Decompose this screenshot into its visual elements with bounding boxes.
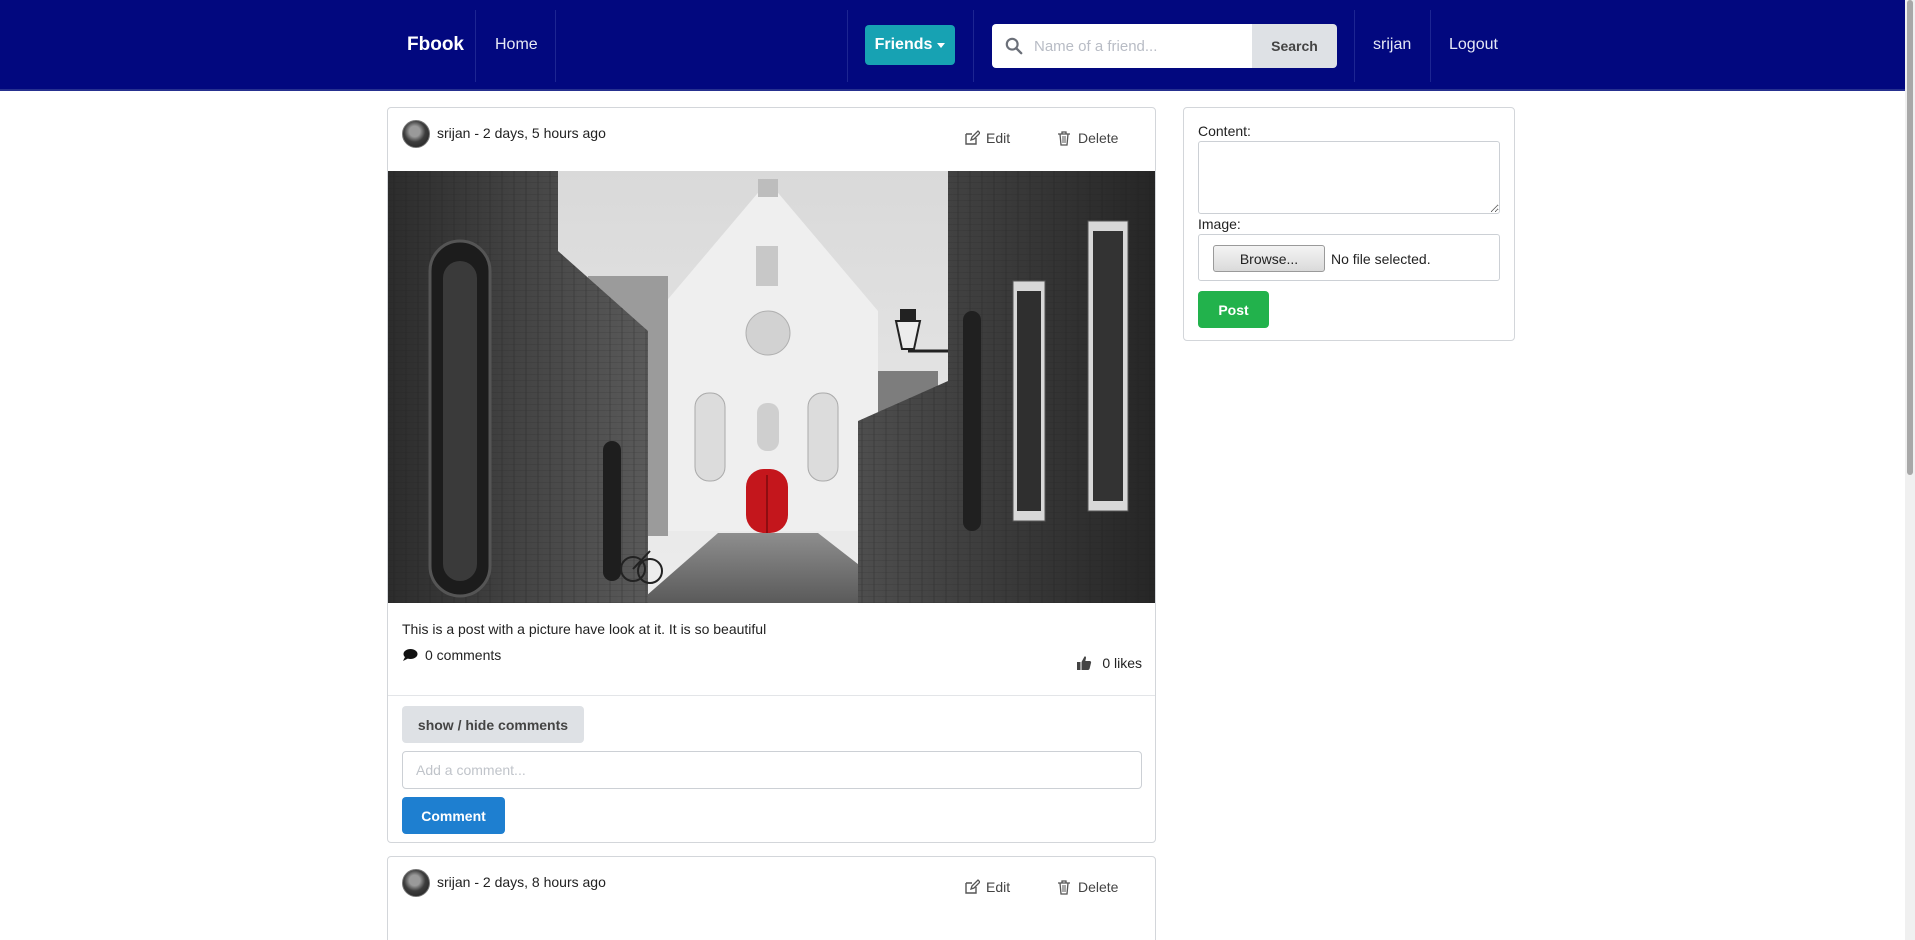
image-file-input: Browse... No file selected. [1198, 234, 1500, 281]
search-icon [1005, 37, 1023, 55]
search-button[interactable]: Search [1252, 24, 1337, 68]
toggle-comments-button[interactable]: show / hide comments [402, 706, 584, 743]
edit-button[interactable]: Edit [964, 879, 1010, 895]
friend-search-input[interactable] [1034, 24, 1244, 68]
caret-down-icon [937, 42, 946, 48]
nav-divider [1354, 10, 1355, 82]
page-scrollbar[interactable] [1905, 0, 1915, 940]
divider [388, 695, 1155, 696]
thumbs-up-icon [1077, 656, 1092, 670]
avatar[interactable] [402, 869, 430, 897]
delete-button[interactable]: Delete [1056, 879, 1118, 895]
file-status: No file selected. [1331, 251, 1431, 267]
edit-icon [965, 130, 980, 145]
nav-divider [973, 10, 974, 82]
friends-dropdown-button[interactable]: Friends [865, 25, 955, 65]
comment-input[interactable] [402, 751, 1142, 789]
content-label: Content: [1198, 123, 1251, 139]
post-body: This is a post with a picture have look … [402, 621, 1142, 671]
comment-icon [403, 649, 418, 661]
street-church-photo [388, 171, 1155, 603]
edit-button[interactable]: Edit [964, 130, 1010, 146]
post-header: srijan - 2 days, 8 hours ago Edit Delete [388, 857, 1155, 920]
post-submit-button[interactable]: Post [1198, 291, 1269, 328]
top-navbar: Fbook Home Friends Search srijan Logout [0, 0, 1905, 91]
friends-label: Friends [874, 36, 933, 53]
post-text: This is a post with a picture have look … [402, 621, 767, 637]
edit-label: Edit [986, 879, 1011, 895]
brand-logo[interactable]: Fbook [407, 34, 464, 56]
delete-button[interactable]: Delete [1056, 130, 1118, 146]
search-form: Search [992, 24, 1337, 68]
edit-label: Edit [986, 130, 1011, 146]
comments-count-label: 0 comments [425, 647, 502, 663]
likes-count-label: 0 likes [1102, 655, 1142, 671]
edit-icon [965, 879, 980, 894]
delete-label: Delete [1078, 130, 1119, 146]
nav-home-link[interactable]: Home [495, 36, 538, 54]
nav-divider [847, 10, 848, 82]
nav-logout-link[interactable]: Logout [1449, 36, 1498, 54]
comments-count[interactable]: 0 comments [402, 647, 501, 663]
comment-submit-button[interactable]: Comment [402, 797, 505, 834]
post-meta: srijan - 2 days, 5 hours ago [437, 125, 606, 141]
post-card: srijan - 2 days, 8 hours ago Edit Delete [387, 856, 1156, 940]
nav-divider [555, 10, 556, 82]
post-card: srijan - 2 days, 5 hours ago Edit Delete [387, 107, 1156, 843]
post-meta: srijan - 2 days, 8 hours ago [437, 874, 606, 890]
browse-button[interactable]: Browse... [1213, 245, 1325, 272]
trash-icon [1058, 880, 1070, 895]
nav-profile-link[interactable]: srijan [1373, 36, 1411, 54]
nav-divider [475, 10, 476, 82]
trash-icon [1058, 131, 1070, 146]
delete-label: Delete [1078, 879, 1119, 895]
scrollbar-thumb[interactable] [1907, 0, 1913, 475]
navbar-container: Fbook Home Friends Search srijan Logout [387, 0, 1509, 91]
avatar[interactable] [402, 120, 430, 148]
post-image [388, 171, 1155, 603]
image-label: Image: [1198, 216, 1241, 232]
post-header: srijan - 2 days, 5 hours ago Edit Delete [388, 108, 1155, 171]
content-textarea[interactable] [1198, 141, 1500, 214]
new-post-form: Content: Image: Browse... No file select… [1183, 107, 1515, 341]
nav-divider [1430, 10, 1431, 82]
search-field-wrapper [992, 24, 1252, 68]
like-button[interactable]: 0 likes [1076, 655, 1142, 671]
